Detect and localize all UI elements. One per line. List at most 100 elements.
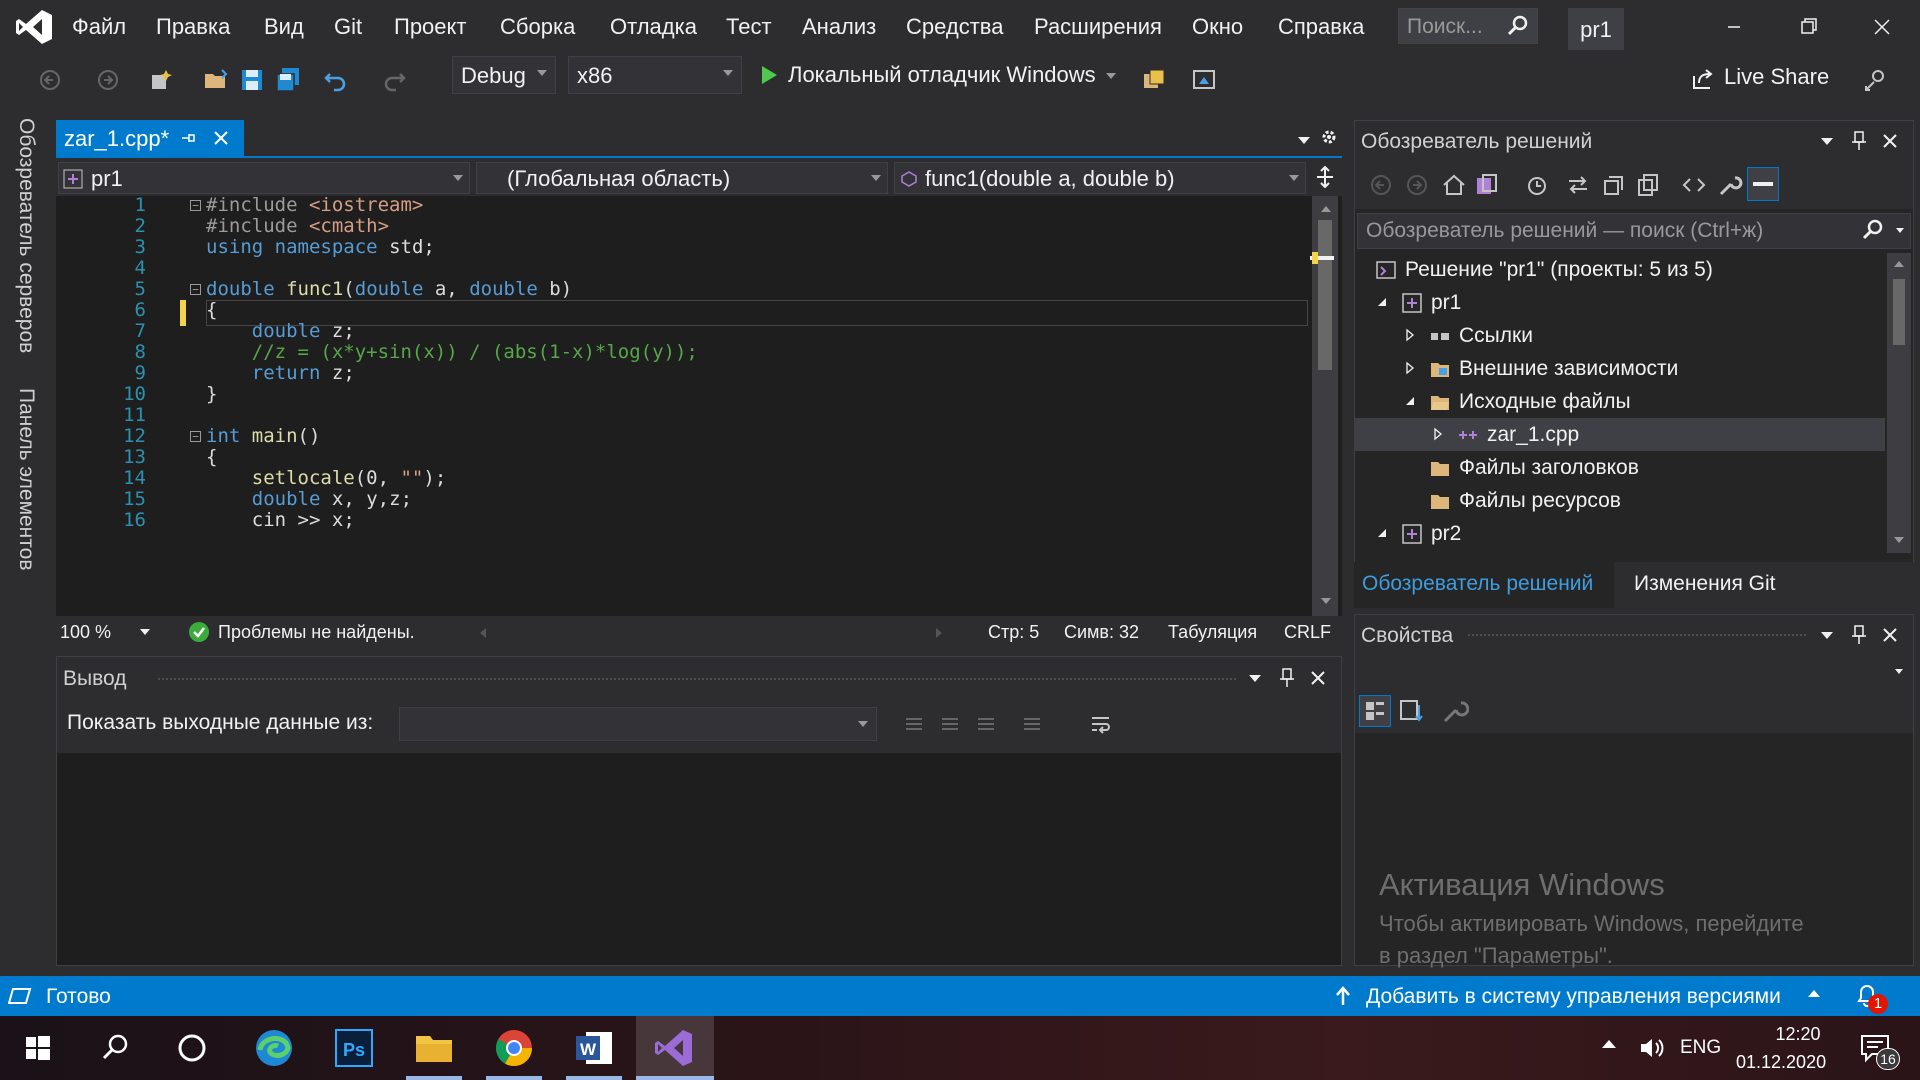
cortana-icon[interactable]: [170, 1026, 214, 1070]
project-nav-select[interactable]: pr1: [58, 162, 470, 194]
scroll-down-icon[interactable]: [1321, 598, 1331, 604]
solution-platform-select[interactable]: x86: [568, 56, 742, 94]
menu-item[interactable]: Окно: [1192, 14, 1243, 40]
alphabetical-icon[interactable]: [1397, 697, 1425, 725]
visual-studio-logo-icon[interactable]: [14, 8, 54, 46]
scroll-up-icon[interactable]: [1321, 206, 1331, 212]
tree-item[interactable]: Ссылки: [1355, 319, 1885, 352]
browse-icon[interactable]: [1140, 66, 1168, 94]
tab-zar1-cpp[interactable]: zar_1.cpp*: [56, 120, 244, 156]
property-pages-wrench-icon[interactable]: [1441, 697, 1469, 725]
navigate-back-icon[interactable]: [36, 66, 64, 94]
redo-icon[interactable]: [380, 66, 408, 94]
chrome-browser-icon[interactable]: [492, 1026, 536, 1070]
solution-scrollbar[interactable]: [1887, 253, 1911, 553]
panel-menu-icon[interactable]: [1821, 632, 1833, 639]
menu-item[interactable]: Справка: [1278, 14, 1364, 40]
scroll-down-icon[interactable]: [1894, 537, 1904, 543]
scope-nav-select[interactable]: (Глобальная область): [476, 162, 888, 194]
tree-expanded-icon[interactable]: [1375, 526, 1389, 540]
menu-item[interactable]: Git: [334, 14, 362, 40]
chevron-up-icon[interactable]: [1808, 990, 1820, 997]
start-debugging-button[interactable]: Локальный отладчик Windows: [758, 56, 1118, 94]
tab-solution-explorer[interactable]: Обозреватель решений: [1354, 562, 1614, 608]
search-input[interactable]: Поиск...: [1398, 8, 1538, 44]
tab-git-changes[interactable]: Изменения Git: [1626, 562, 1806, 608]
navigate-forward-icon[interactable]: [94, 66, 122, 94]
window-layout-icon[interactable]: [1190, 66, 1218, 94]
clock-time[interactable]: 12:20: [1758, 1024, 1838, 1045]
member-nav-select[interactable]: func1(double a, double b): [894, 162, 1306, 194]
menu-item[interactable]: Сборка: [500, 14, 575, 40]
line-ending[interactable]: CRLF: [1284, 622, 1331, 643]
menu-item[interactable]: Расширения: [1034, 14, 1162, 40]
minimize-button[interactable]: [1714, 10, 1754, 44]
go-to-next-message-icon[interactable]: [939, 713, 961, 735]
tab-list-dropdown-icon[interactable]: [1298, 137, 1310, 144]
gear-icon[interactable]: [1320, 128, 1338, 146]
preview-selected-items-icon[interactable]: [1747, 167, 1779, 201]
menu-item[interactable]: Вид: [264, 14, 304, 40]
new-project-icon[interactable]: [146, 66, 174, 94]
sync-with-active-document-icon[interactable]: [1565, 172, 1591, 198]
menu-item[interactable]: Проект: [394, 14, 466, 40]
home-icon[interactable]: [1441, 172, 1467, 198]
menu-item[interactable]: Файл: [72, 14, 126, 40]
clock-date[interactable]: 01.12.2020: [1736, 1052, 1826, 1073]
chevron-down-icon[interactable]: [1106, 73, 1116, 79]
close-icon[interactable]: [1309, 669, 1327, 687]
tree-item[interactable]: Ссылки: [1355, 550, 1885, 553]
save-icon[interactable]: [238, 66, 266, 94]
word-icon[interactable]: W: [572, 1026, 616, 1070]
pin-icon[interactable]: [180, 130, 196, 146]
split-window-icon[interactable]: [1314, 166, 1336, 188]
scroll-left-icon[interactable]: [480, 628, 486, 638]
tree-collapsed-icon[interactable]: [1403, 361, 1417, 375]
close-icon[interactable]: [1881, 626, 1899, 644]
restore-button[interactable]: [1788, 10, 1828, 44]
volume-icon[interactable]: [1638, 1034, 1666, 1062]
tree-item[interactable]: Внешние зависимости: [1355, 352, 1885, 385]
zoom-dropdown-icon[interactable]: [140, 629, 150, 635]
scroll-up-icon[interactable]: [1894, 261, 1904, 267]
clear-all-icon[interactable]: [1021, 713, 1043, 735]
menu-item[interactable]: Правка: [156, 14, 230, 40]
fold-toggle-icon[interactable]: −: [190, 284, 201, 295]
open-folder-icon[interactable]: [202, 66, 230, 94]
problems-status[interactable]: Проблемы не найдены.: [218, 622, 415, 643]
categorized-icon[interactable]: [1359, 695, 1391, 727]
save-all-icon[interactable]: [274, 66, 302, 94]
close-window-button[interactable]: [1862, 10, 1902, 44]
pin-icon[interactable]: [1851, 130, 1867, 152]
scroll-right-icon[interactable]: [936, 628, 942, 638]
zoom-level[interactable]: 100 %: [60, 622, 111, 643]
solution-configuration-select[interactable]: Debug: [452, 56, 556, 94]
tree-expanded-icon[interactable]: [1403, 394, 1417, 408]
solution-explorer-search-input[interactable]: Обозреватель решений — поиск (Ctrl+ж): [1357, 213, 1911, 249]
tree-collapsed-icon[interactable]: [1431, 427, 1445, 441]
switch-views-icon[interactable]: [1473, 172, 1499, 198]
menu-item[interactable]: Отладка: [610, 14, 697, 40]
check-circle-icon[interactable]: [188, 621, 210, 643]
go-to-previous-message-icon[interactable]: [903, 713, 925, 735]
code-editor[interactable]: 1 #include <iostream> 2 #include <cmath> 3 us…: [56, 196, 1342, 616]
word-wrap-icon[interactable]: [1089, 713, 1113, 735]
search-options-dropdown-icon[interactable]: [1896, 228, 1904, 233]
panel-menu-icon[interactable]: [1821, 138, 1833, 145]
view-code-icon[interactable]: [1681, 172, 1707, 198]
scrollbar-thumb[interactable]: [1893, 279, 1905, 345]
show-all-files-icon[interactable]: [1635, 172, 1661, 198]
properties-wrench-icon[interactable]: [1717, 172, 1743, 198]
visual-studio-taskbar-button[interactable]: [636, 1016, 714, 1080]
object-select[interactable]: [1355, 655, 1913, 689]
indentation-mode[interactable]: Табуляция: [1168, 622, 1257, 643]
pin-icon[interactable]: [1279, 667, 1295, 689]
output-source-select[interactable]: [399, 707, 877, 741]
scrollbar-thumb[interactable]: [1318, 220, 1332, 370]
tree-collapsed-icon[interactable]: [1403, 328, 1417, 342]
forward-icon[interactable]: [1405, 173, 1429, 197]
menu-item[interactable]: Тест: [726, 14, 772, 40]
line-position[interactable]: Стр: 5: [988, 622, 1039, 643]
tree-item[interactable]: pr2: [1355, 517, 1885, 550]
menu-item[interactable]: Средства: [906, 14, 1003, 40]
